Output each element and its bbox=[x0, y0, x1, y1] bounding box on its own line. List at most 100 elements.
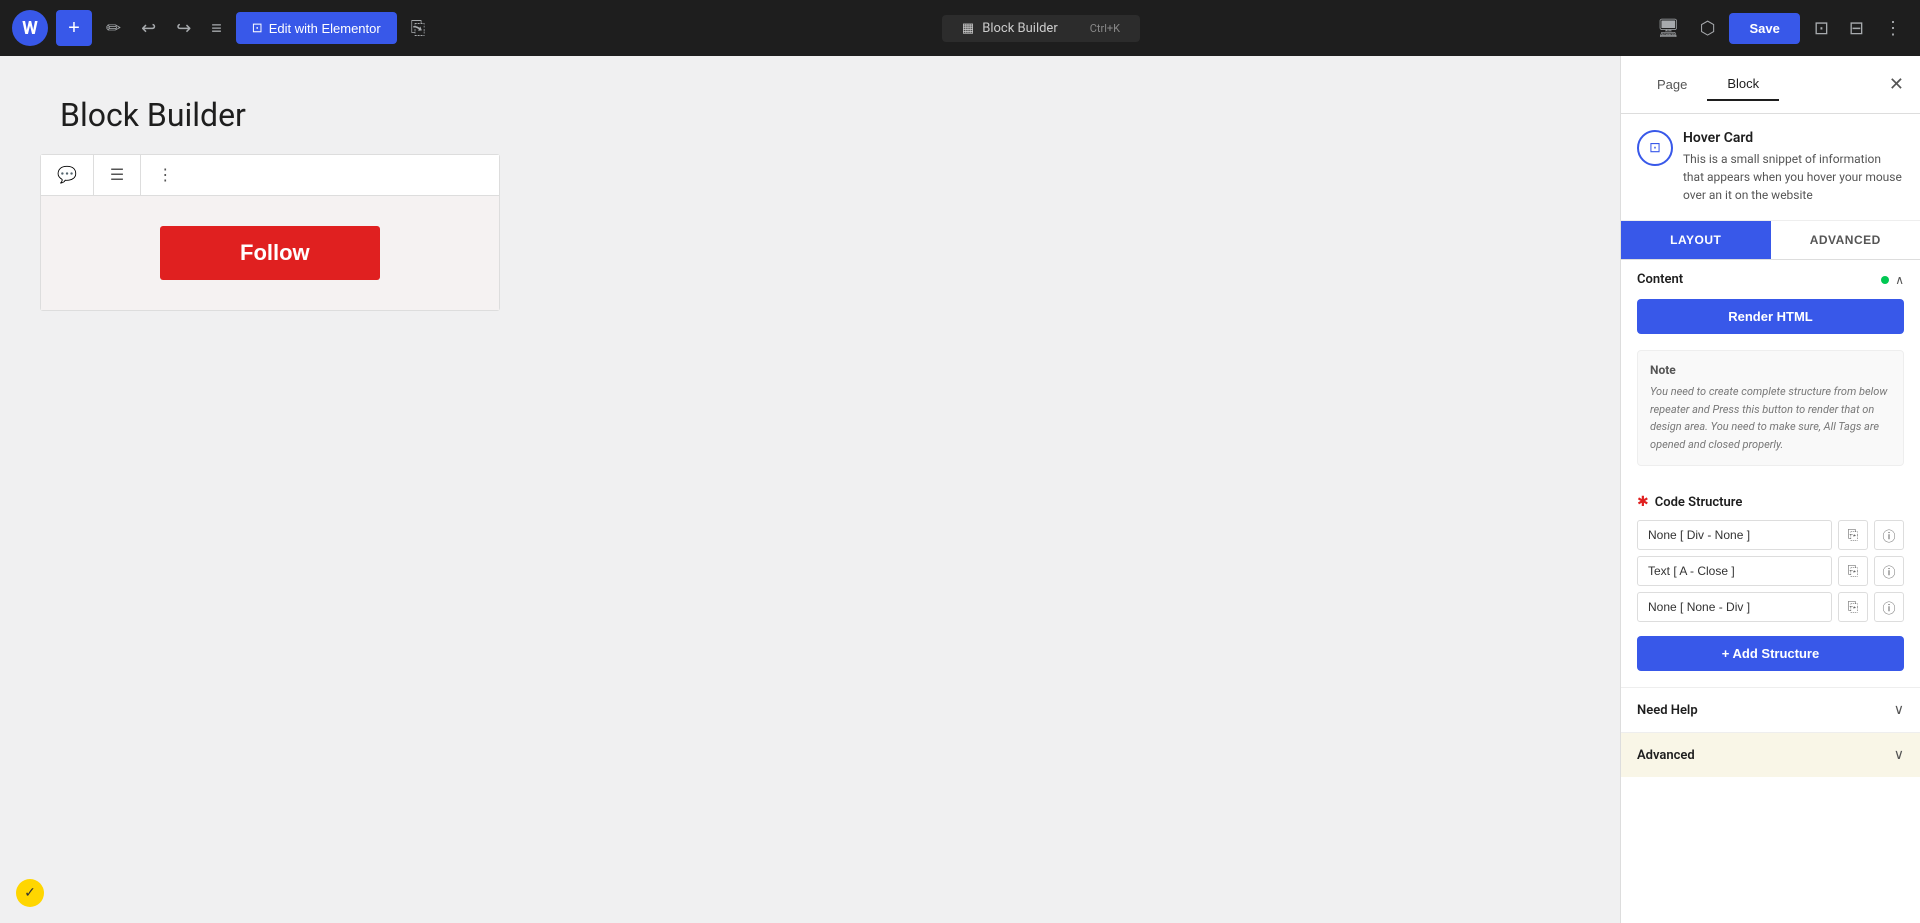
redo-icon: ↪ bbox=[176, 18, 191, 39]
info-icon-3: ⓘ bbox=[1882, 598, 1895, 617]
list-view-icon: ☰ bbox=[110, 167, 124, 184]
hover-card-header: ⊡ Hover Card This is a small snippet of … bbox=[1637, 130, 1904, 204]
structure-copy-btn-3[interactable]: ⎘ bbox=[1838, 592, 1868, 622]
content-section-header: Content ∧ bbox=[1637, 272, 1904, 287]
main-toolbar: W + ✏ ↩ ↪ ≡ ⊡ Edit with Elementor ⎘ ▦ Bl… bbox=[0, 0, 1920, 56]
responsive-icon: ⊡ bbox=[1814, 18, 1829, 39]
panel-header: Page Block ✕ bbox=[1621, 56, 1920, 114]
structure-row-2: ⎘ ⓘ bbox=[1637, 556, 1904, 586]
structure-input-3[interactable] bbox=[1637, 592, 1832, 622]
add-block-button[interactable]: + bbox=[56, 10, 92, 46]
advanced-section[interactable]: Advanced ∨ bbox=[1621, 732, 1920, 777]
structure-copy-btn-1[interactable]: ⎘ bbox=[1838, 520, 1868, 550]
status-indicator: ✓ bbox=[16, 879, 44, 907]
content-section-title: Content bbox=[1637, 272, 1683, 287]
advanced-title: Advanced bbox=[1637, 748, 1695, 763]
copy-icon-3: ⎘ bbox=[1848, 599, 1858, 615]
note-title: Note bbox=[1650, 363, 1891, 377]
structure-info-btn-3[interactable]: ⓘ bbox=[1874, 592, 1904, 622]
code-structure-section: ✱ Code Structure ⎘ ⓘ bbox=[1621, 494, 1920, 687]
green-dot bbox=[1881, 276, 1889, 284]
info-icon-2: ⓘ bbox=[1882, 562, 1895, 581]
block-widget-more-button[interactable]: ⋮ bbox=[141, 155, 189, 195]
add-structure-button[interactable]: + Add Structure bbox=[1637, 636, 1904, 671]
structure-row-3: ⎘ ⓘ bbox=[1637, 592, 1904, 622]
structure-input-1[interactable] bbox=[1637, 520, 1832, 550]
render-html-button[interactable]: Render HTML bbox=[1637, 299, 1904, 334]
structure-info-btn-2[interactable]: ⓘ bbox=[1874, 556, 1904, 586]
settings-button[interactable]: ⊟ bbox=[1843, 12, 1870, 45]
block-widget: 💬 ☰ ⋮ Follow bbox=[40, 154, 500, 311]
need-help-section[interactable]: Need Help ∨ bbox=[1621, 687, 1920, 732]
external-icon: ⬡ bbox=[1700, 18, 1716, 39]
content-section: Content ∧ Render HTML Note You need to c… bbox=[1621, 260, 1920, 494]
info-icon-1: ⓘ bbox=[1882, 526, 1895, 545]
right-panel: Page Block ✕ ⊡ Hover Card This is a smal… bbox=[1620, 56, 1920, 923]
section-indicator: ∧ bbox=[1881, 273, 1904, 287]
need-help-title: Need Help bbox=[1637, 703, 1698, 718]
canvas-area: Block Builder 💬 ☰ ⋮ Follow ✓ bbox=[0, 56, 1620, 923]
copy-icon: ⎘ bbox=[411, 18, 425, 39]
copy-button[interactable]: ⎘ bbox=[405, 12, 431, 45]
main-area: Block Builder 💬 ☰ ⋮ Follow ✓ bbox=[0, 56, 1920, 923]
undo-button[interactable]: ↩ bbox=[135, 12, 162, 45]
more-dots-icon: ⋮ bbox=[157, 167, 173, 184]
chevron-down-icon: ∨ bbox=[1894, 702, 1904, 718]
page-tab[interactable]: Page bbox=[1637, 68, 1707, 101]
save-button[interactable]: Save bbox=[1729, 13, 1799, 44]
chevron-up-icon: ∧ bbox=[1895, 273, 1904, 287]
required-icon: ✱ bbox=[1637, 494, 1649, 510]
list-icon: ≡ bbox=[211, 18, 222, 39]
follow-button[interactable]: Follow bbox=[160, 226, 380, 280]
note-text: You need to create complete structure fr… bbox=[1650, 383, 1891, 453]
desktop-icon: 🖥 bbox=[1657, 18, 1680, 39]
hover-icon-symbol: ⊡ bbox=[1649, 140, 1661, 156]
hover-card-description: This is a small snippet of information t… bbox=[1683, 150, 1904, 204]
close-icon: ✕ bbox=[1889, 74, 1904, 94]
hover-card-icon: ⊡ bbox=[1637, 130, 1673, 166]
hover-card-info: Hover Card This is a small snippet of in… bbox=[1683, 130, 1904, 204]
page-title: Block Builder bbox=[60, 96, 246, 134]
more-icon: ⋮ bbox=[1884, 18, 1902, 39]
redo-button[interactable]: ↪ bbox=[170, 12, 197, 45]
block-builder-search[interactable]: ▦ Block Builder Ctrl+K bbox=[942, 15, 1140, 42]
advanced-layout-tab[interactable]: ADVANCED bbox=[1771, 221, 1920, 259]
settings-icon: ⊟ bbox=[1849, 18, 1864, 39]
block-tab[interactable]: Block bbox=[1707, 68, 1779, 101]
responsive-button[interactable]: ⊡ bbox=[1808, 12, 1835, 45]
desktop-view-button[interactable]: 🖥 bbox=[1651, 12, 1686, 45]
pencil-icon: ✏ bbox=[106, 18, 121, 39]
edit-elementor-button[interactable]: ⊡ Edit with Elementor bbox=[236, 12, 397, 44]
code-structure-title: Code Structure bbox=[1655, 495, 1743, 510]
toolbar-right: 🖥 ⬡ Save ⊡ ⊟ ⋮ bbox=[1651, 12, 1908, 45]
comment-icon: 💬 bbox=[57, 167, 77, 184]
block-widget-list-button[interactable]: ☰ bbox=[94, 155, 141, 195]
advanced-chevron-icon: ∨ bbox=[1894, 747, 1904, 763]
block-widget-toolbar: 💬 ☰ ⋮ bbox=[41, 155, 499, 196]
code-structure-header: ✱ Code Structure bbox=[1637, 494, 1904, 510]
list-view-button[interactable]: ≡ bbox=[205, 12, 228, 45]
structure-row-1: ⎘ ⓘ bbox=[1637, 520, 1904, 550]
structure-info-btn-1[interactable]: ⓘ bbox=[1874, 520, 1904, 550]
block-content: Follow bbox=[41, 196, 499, 310]
layout-tab[interactable]: LAYOUT bbox=[1621, 221, 1771, 259]
edit-tool-button[interactable]: ✏ bbox=[100, 12, 127, 45]
block-widget-comment-button[interactable]: 💬 bbox=[41, 155, 94, 195]
panel-close-button[interactable]: ✕ bbox=[1889, 74, 1904, 95]
copy-icon-1: ⎘ bbox=[1848, 527, 1858, 543]
panel-body: ⊡ Hover Card This is a small snippet of … bbox=[1621, 114, 1920, 923]
block-icon: ▦ bbox=[962, 21, 974, 36]
structure-input-2[interactable] bbox=[1637, 556, 1832, 586]
external-link-button[interactable]: ⬡ bbox=[1694, 12, 1722, 45]
layout-advanced-tabs: LAYOUT ADVANCED bbox=[1621, 221, 1920, 260]
hover-card-section: ⊡ Hover Card This is a small snippet of … bbox=[1621, 114, 1920, 221]
hover-card-title: Hover Card bbox=[1683, 130, 1904, 146]
panel-tabs: Page Block bbox=[1637, 68, 1779, 101]
note-box: Note You need to create complete structu… bbox=[1637, 350, 1904, 466]
elementor-icon: ⊡ bbox=[252, 20, 263, 36]
toolbar-center: ▦ Block Builder Ctrl+K bbox=[439, 15, 1643, 42]
more-options-button[interactable]: ⋮ bbox=[1878, 12, 1908, 45]
copy-icon-2: ⎘ bbox=[1848, 563, 1858, 579]
wp-logo: W bbox=[12, 10, 48, 46]
structure-copy-btn-2[interactable]: ⎘ bbox=[1838, 556, 1868, 586]
